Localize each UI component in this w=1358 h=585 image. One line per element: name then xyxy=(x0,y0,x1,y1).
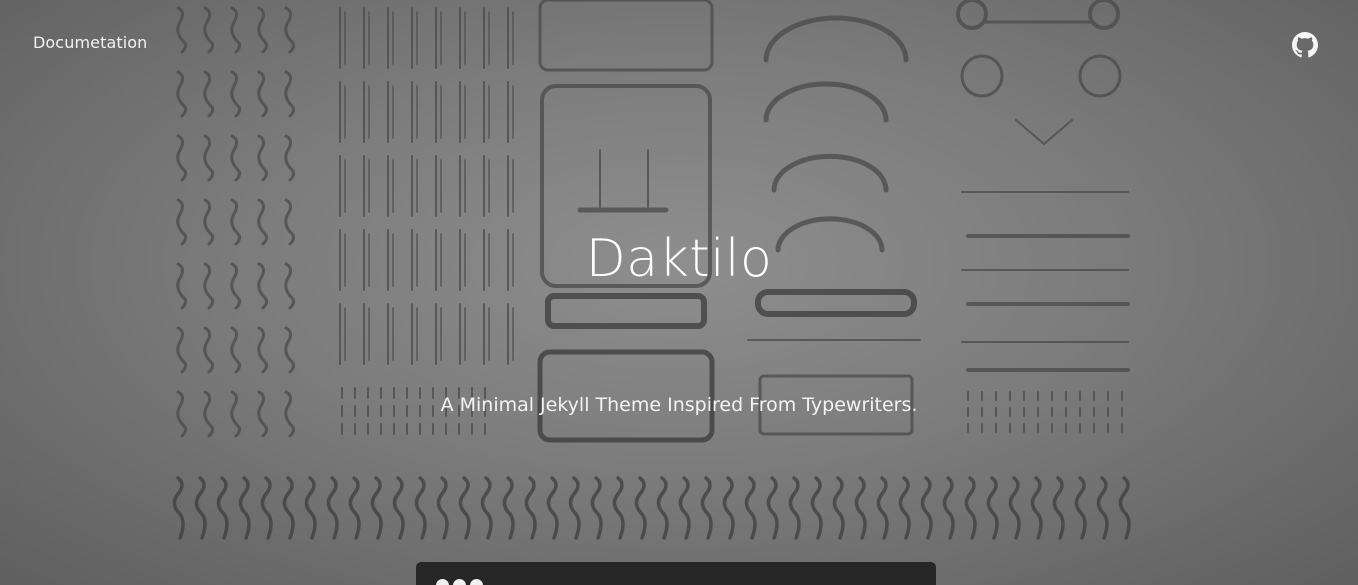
top-navigation: Documetation xyxy=(0,0,1358,88)
site-title: Daktilo xyxy=(585,229,773,289)
github-icon[interactable] xyxy=(1292,32,1318,58)
hero-section: Documetation Daktilo A Minimal Jekyll Th… xyxy=(0,0,1358,585)
terminal-dot xyxy=(470,579,483,585)
terminal-window xyxy=(416,562,936,585)
terminal-dot xyxy=(453,579,466,585)
site-tagline: A Minimal Jekyll Theme Inspired From Typ… xyxy=(440,394,918,416)
documentation-link[interactable]: Documetation xyxy=(33,33,147,52)
terminal-dot xyxy=(436,579,449,585)
